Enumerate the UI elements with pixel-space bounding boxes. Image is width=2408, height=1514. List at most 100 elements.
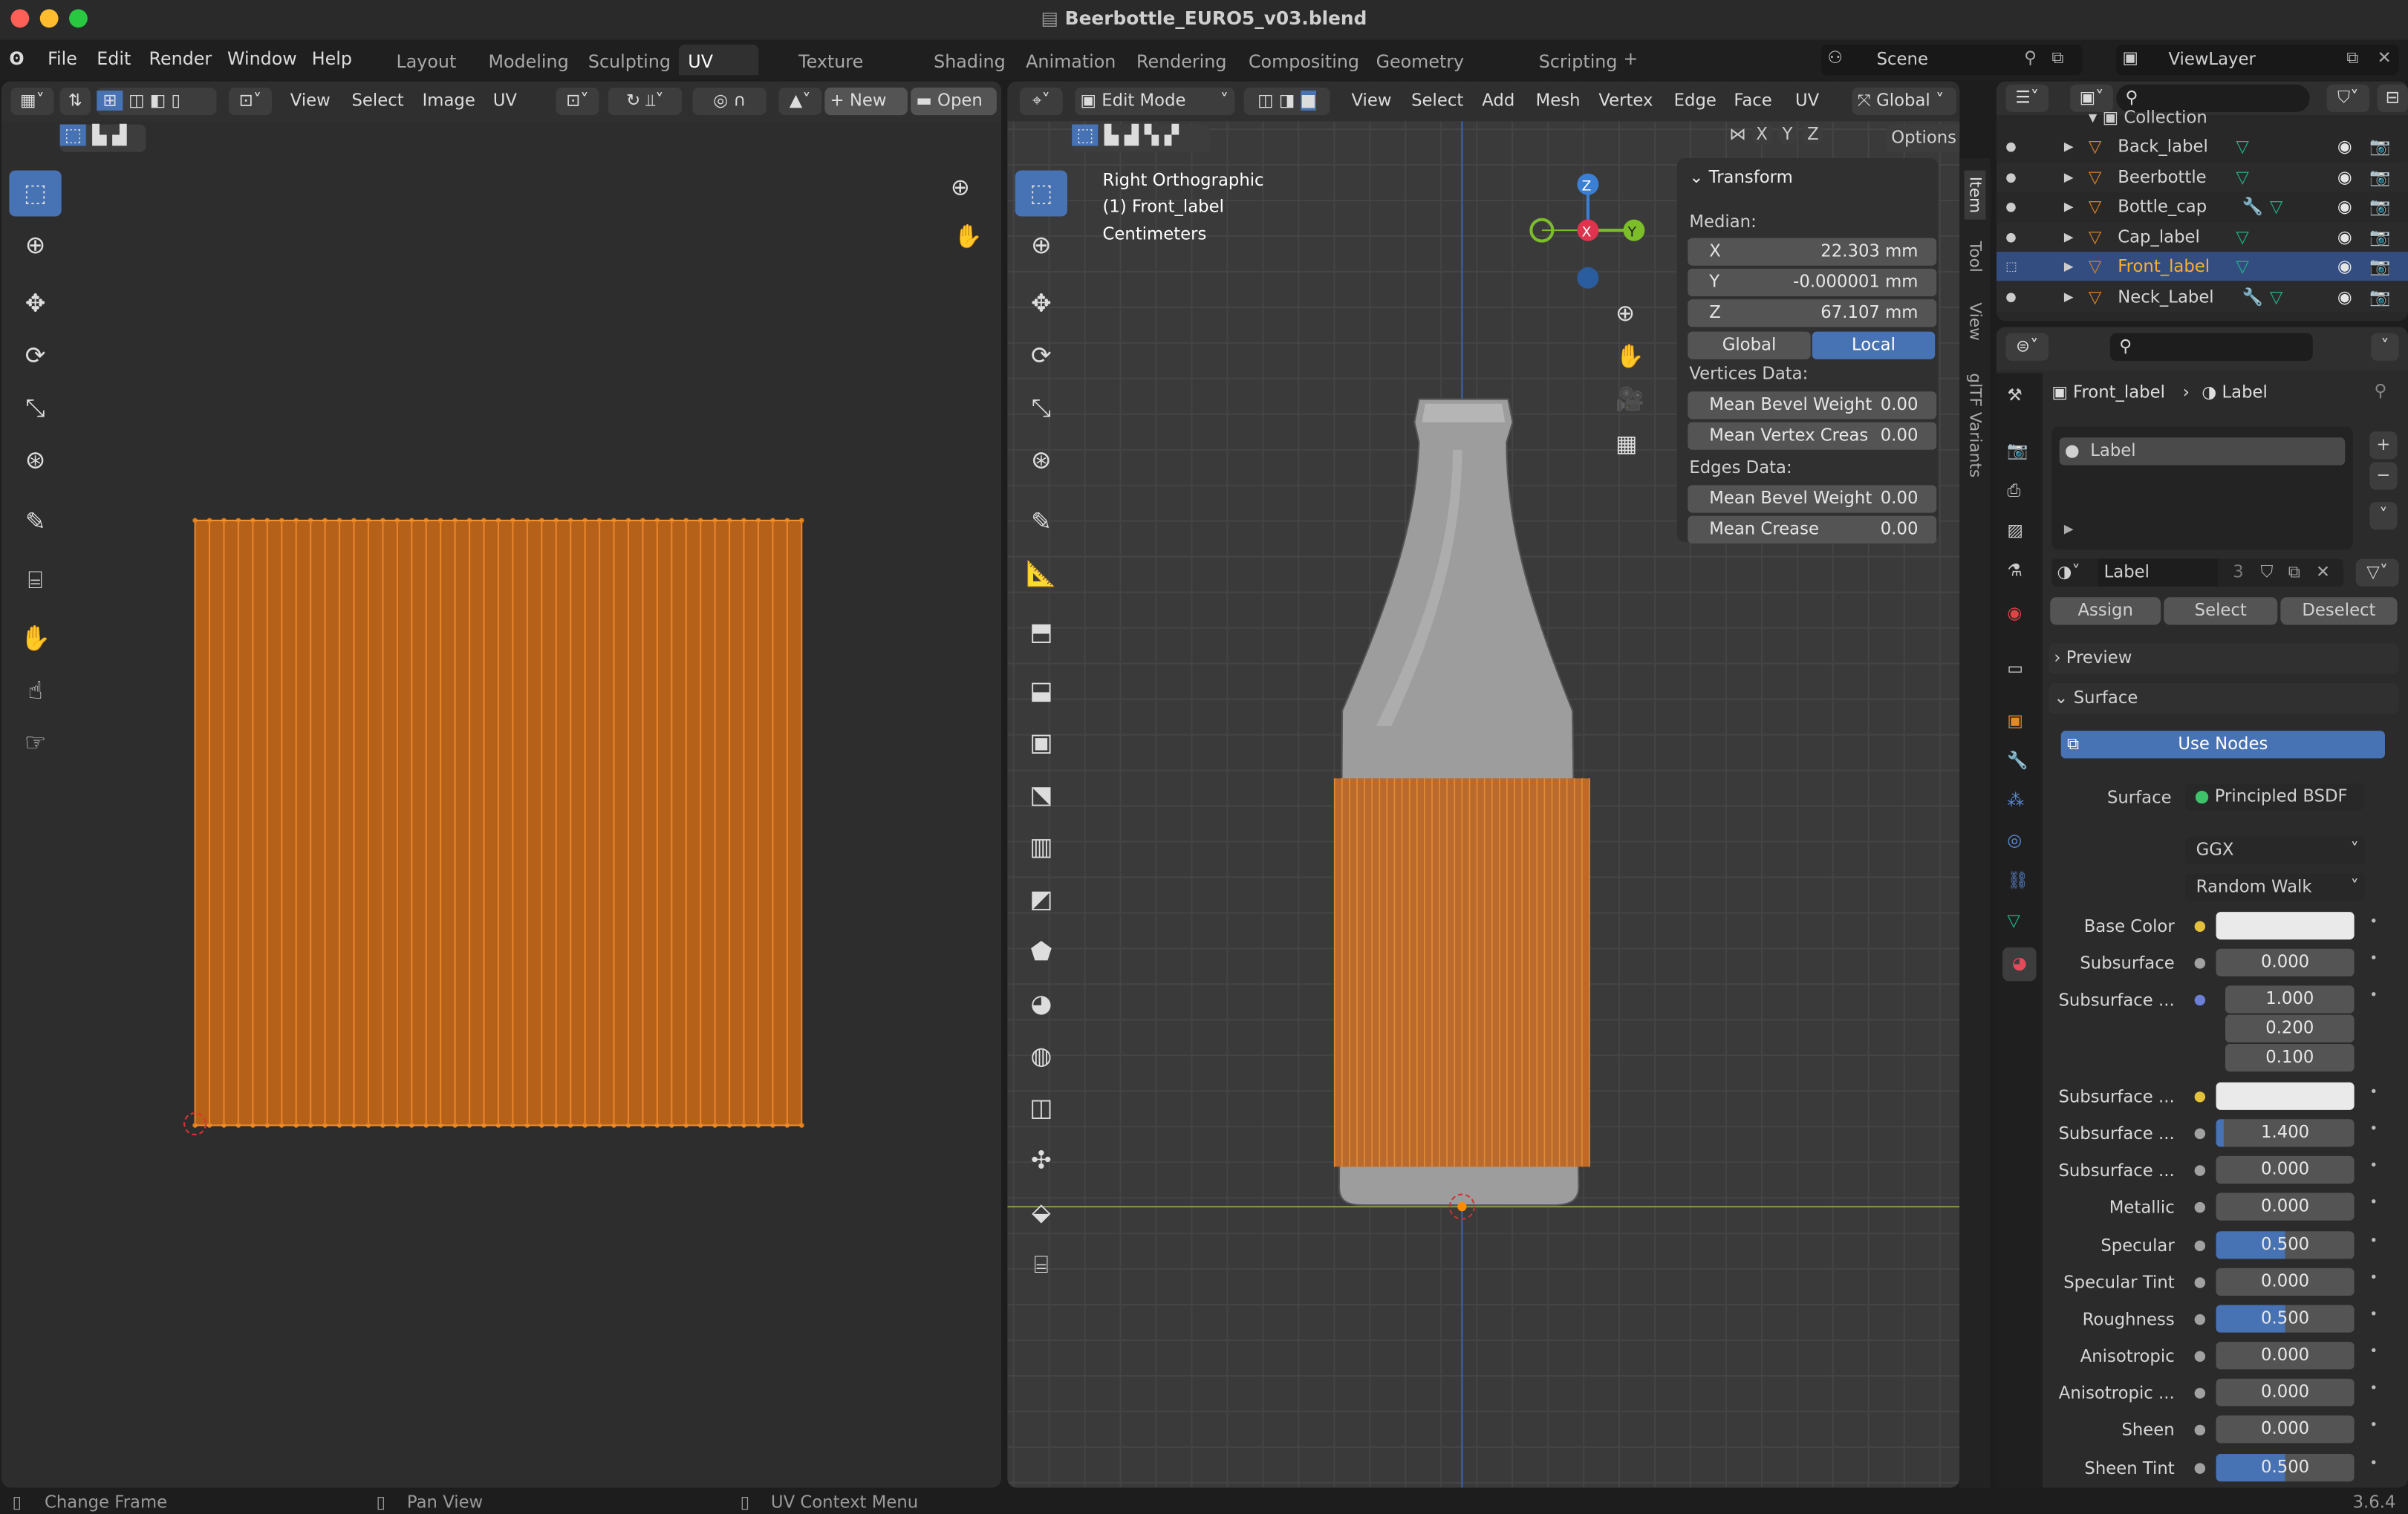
object-name[interactable]: Beerbottle — [2118, 162, 2206, 191]
add-slot-button[interactable]: + — [2369, 431, 2398, 460]
workspace-tab-texture-paint[interactable]: Texture Paint — [790, 45, 873, 105]
pin-icon[interactable]: ⚲ — [2375, 381, 2387, 401]
vdata-field[interactable]: Mean Vertex Creas 0.00 — [1688, 422, 1937, 450]
tab-gltf-variants[interactable]: glTF Variants — [1964, 367, 1985, 483]
subsurface-method-dropdown[interactable]: Random Walk ˅ — [2185, 873, 2366, 901]
material-slots-list[interactable]: ● Label ▶ — [2051, 426, 2353, 550]
select-button[interactable]: Select — [2164, 597, 2278, 625]
modifier-icon[interactable]: 🔧 — [2242, 281, 2263, 310]
use-nodes-button[interactable]: ⧉ Use Nodes — [2060, 731, 2385, 759]
deselect-button[interactable]: Deselect — [2280, 597, 2398, 625]
material-browse-icon[interactable]: ◑˅ — [2051, 562, 2080, 582]
annotate-tool[interactable]: ✎ — [1015, 499, 1067, 545]
expand-icon[interactable]: ▶ — [2064, 522, 2074, 536]
value-field[interactable]: 0.000 — [2216, 1415, 2355, 1443]
median-field[interactable]: Z 67.107 mm — [1688, 299, 1937, 327]
outliner-row[interactable]: ● ▶ ▽ Neck_Label 🔧 ▽ ◉ 📷 — [1996, 281, 2408, 311]
smooth-tool[interactable]: ◍ — [1015, 1033, 1067, 1079]
edit-mode-icon[interactable]: ⬚ — [2005, 252, 2017, 281]
keyframe-dot-icon[interactable]: • — [2369, 1457, 2378, 1472]
input-socket-icon[interactable] — [2194, 958, 2206, 969]
input-socket-icon[interactable] — [2194, 1240, 2206, 1252]
move-tool[interactable]: ✥ — [1015, 281, 1067, 327]
particles-tab-icon[interactable]: ⁂ — [2007, 791, 2024, 811]
eye-icon[interactable]: ◉ — [2337, 252, 2352, 281]
shrink-fatten-tool[interactable]: ✣ — [1015, 1138, 1067, 1184]
value-field[interactable]: 0.200 — [2225, 1014, 2355, 1042]
menu-edit[interactable]: Edit — [97, 48, 131, 69]
scene-selector[interactable]: ⚇ Scene ⚲ ⧉ — [1821, 44, 2083, 76]
menu-add[interactable]: Add — [1482, 88, 1514, 115]
keyframe-dot-icon[interactable]: • — [2369, 1122, 2378, 1138]
value-field[interactable]: 0.100 — [2225, 1043, 2355, 1072]
menu-mesh[interactable]: Mesh — [1536, 88, 1581, 115]
input-socket-icon[interactable] — [2194, 921, 2206, 933]
input-socket-icon[interactable] — [2194, 1463, 2206, 1474]
physics-tab-icon[interactable]: ◎ — [2007, 831, 2022, 851]
outliner-row[interactable]: ● ▶ ▽ Beerbottle ▽ ◉ 📷 — [1996, 162, 2408, 192]
input-socket-icon[interactable] — [2194, 1277, 2206, 1288]
eye-icon[interactable]: ◉ — [2337, 132, 2352, 161]
mirror-z[interactable]: Z — [1802, 124, 1823, 145]
pan-icon[interactable]: ✋ — [1615, 342, 1644, 370]
options-chevron[interactable]: ˅ — [2371, 333, 2399, 361]
menu-face[interactable]: Face — [1734, 88, 1771, 115]
extrude-tool[interactable]: ⬓ — [1015, 668, 1067, 714]
value-field[interactable]: 0.000 — [2216, 1192, 2355, 1221]
object-name[interactable]: Back_label — [2118, 132, 2208, 161]
workspace-tab-compositing[interactable]: Compositing — [1240, 45, 1369, 75]
camera-icon[interactable]: 📷 — [2369, 162, 2390, 191]
menu-view[interactable]: View — [1351, 88, 1391, 115]
rotate-tool[interactable]: ⟳ — [1015, 333, 1067, 379]
edge-slide-tool[interactable]: ◫ — [1015, 1086, 1067, 1132]
new-scene-icon[interactable]: ⧉ — [2051, 48, 2063, 69]
object-name[interactable]: Cap_label — [2118, 222, 2200, 251]
edata-field[interactable]: Mean Crease 0.00 — [1688, 515, 1937, 544]
expand-arrow-icon[interactable]: ▶ — [2064, 281, 2074, 310]
input-socket-icon[interactable] — [2194, 1165, 2206, 1176]
display-mode-button[interactable]: ☰˅ — [2005, 84, 2049, 112]
mesh-data-icon[interactable]: ▽ — [2270, 281, 2283, 310]
fake-user-icon[interactable]: ⛉ — [2261, 559, 2274, 587]
median-field[interactable]: Y -0.000001 mm — [1688, 268, 1937, 297]
inset-tool[interactable]: ▣ — [1015, 720, 1067, 766]
camera-icon[interactable]: 📷 — [2369, 132, 2390, 161]
mesh-select-mode[interactable]: ◫ ◨ ■ — [1243, 87, 1330, 116]
modifier-icon[interactable]: 🔧 — [2242, 192, 2263, 221]
keyframe-dot-icon[interactable]: • — [2369, 1308, 2378, 1324]
keyframe-dot-icon[interactable]: • — [2369, 1159, 2378, 1175]
menu-render[interactable]: Render — [149, 48, 212, 69]
mesh-data-icon[interactable]: ▽ — [2236, 222, 2249, 251]
workspace-tab-rendering[interactable]: Rendering — [1127, 45, 1236, 75]
local-button[interactable]: Local — [1812, 331, 1936, 359]
visibility-dot[interactable]: ● — [2005, 132, 2016, 161]
outliner[interactable]: ☰˅ ▣˅ ⚲ ⛉˅ ⊟ ▾ ▣ Collection ● ▶ ▽ Back_labe… — [1996, 81, 2408, 322]
uv-editor[interactable]: ▦˅ ⇅ ⊞ ◫ ◧ ▯ ⊡˅ View Select Image UV ⊡˅ … — [1, 81, 1002, 1488]
shear-tool[interactable]: ⬙ — [1015, 1190, 1067, 1236]
keyframe-dot-icon[interactable]: • — [2369, 1271, 2378, 1287]
preview-panel-header[interactable]: › Preview — [2049, 643, 2399, 674]
poly-build-tool[interactable]: ⬟ — [1015, 929, 1067, 975]
median-field[interactable]: X 22.303 mm — [1688, 238, 1937, 266]
value-field[interactable]: 0.500 — [2216, 1231, 2355, 1259]
workspace-tab-scripting[interactable]: Scripting — [1529, 45, 1627, 75]
camera-view-icon[interactable]: 🎥 — [1615, 385, 1644, 413]
workspace-tab-geometry-nodes[interactable]: Geometry Nodes — [1367, 45, 1473, 105]
eye-icon[interactable]: ◉ — [2337, 222, 2352, 251]
value-field[interactable]: 0.500 — [2216, 1305, 2355, 1333]
add-cube-tool[interactable]: ⬒ — [1015, 610, 1067, 656]
menu-file[interactable]: File — [48, 48, 77, 69]
keyframe-dot-icon[interactable]: • — [2369, 1382, 2378, 1397]
blender-logo-icon[interactable]: ʘ — [9, 48, 24, 69]
new-view-layer-icon[interactable]: ⧉ — [2346, 48, 2358, 69]
surface-panel-header[interactable]: ⌄ Surface — [2049, 683, 2399, 714]
visibility-dot[interactable]: ● — [2005, 281, 2016, 310]
render-tab-icon[interactable]: 📷 — [2007, 440, 2028, 460]
new-collection-icon[interactable]: ⊟ — [2377, 84, 2408, 112]
filter-icon[interactable]: ⛉˅ — [2326, 84, 2370, 112]
workspace-tab-animation[interactable]: Animation — [1017, 45, 1125, 75]
input-socket-icon[interactable] — [2194, 1201, 2206, 1213]
maximize-window-button[interactable] — [69, 9, 88, 28]
collection-row[interactable]: ▾ ▣ Collection — [2089, 108, 2207, 128]
output-tab-icon[interactable]: ⎙ — [2007, 480, 2020, 502]
